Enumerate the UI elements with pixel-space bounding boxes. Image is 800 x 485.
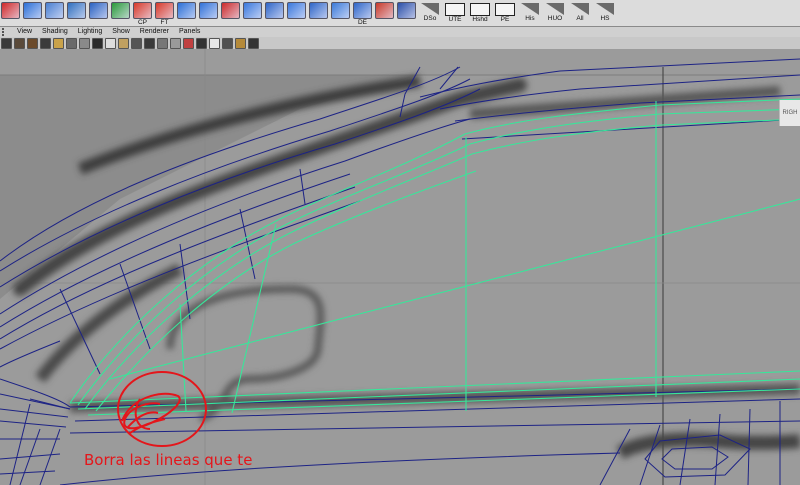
shelf-button-label: PE (500, 16, 510, 23)
panel-tool-icon[interactable] (40, 37, 51, 49)
panel-tool-icon[interactable] (118, 37, 129, 49)
shelf-button-label: His (525, 15, 535, 22)
shelf-tool-cube-icon[interactable] (22, 0, 43, 26)
shelf-button-hs[interactable]: HS (593, 0, 617, 26)
ramp-icon (571, 3, 589, 15)
shelf-button-all[interactable]: All (568, 0, 592, 26)
box-icon (470, 3, 490, 16)
panel-tool-icon[interactable] (131, 37, 142, 49)
panel-tool-icon[interactable] (196, 37, 207, 49)
shelf-toolbar: CP FT DE DSo UTE Hshd PE His HUO All HS (0, 0, 800, 27)
cylinder-icon (67, 2, 86, 19)
box-icon (495, 3, 515, 16)
shelf-tool-label: DE (357, 19, 368, 26)
plane-icon (177, 2, 196, 19)
shelf-tool-curve-icon[interactable] (0, 0, 21, 26)
shelf-button-huo[interactable]: HUO (543, 0, 567, 26)
panel-tool-icon[interactable] (183, 37, 194, 49)
menu-renderer[interactable]: Renderer (135, 27, 174, 37)
ramp-icon (421, 3, 439, 15)
menu-show[interactable]: Show (107, 27, 135, 37)
panel-tool-icon[interactable] (248, 37, 259, 49)
nodes-icon (375, 2, 394, 19)
grid5-icon (309, 2, 328, 19)
shelf-tool-plane-icon[interactable] (176, 0, 197, 26)
panel-tool-icon[interactable] (105, 37, 116, 49)
shelf-tool-grid2-icon[interactable] (242, 0, 263, 26)
panel-tool-icon[interactable] (92, 37, 103, 49)
shelf-tool-delete-icon[interactable] (220, 0, 241, 26)
menu-panels[interactable]: Panels (174, 27, 205, 37)
panel-tool-icon[interactable] (14, 37, 25, 49)
panel-tool-icon[interactable] (66, 37, 77, 49)
shelf-tool-split-icon[interactable] (88, 0, 109, 26)
shelf-button-his[interactable]: His (518, 0, 542, 26)
annotation-text: Borra las lineas que te (84, 451, 253, 469)
shelf-button-hshd[interactable]: Hshd (468, 0, 492, 26)
camera-label: RIGH (779, 100, 800, 126)
shelf-button-label: HUO (547, 15, 563, 22)
grid2-icon (243, 2, 262, 19)
shelf-tool-ft-icon[interactable]: FT (154, 0, 175, 26)
shelf-tool-grid5-icon[interactable] (308, 0, 329, 26)
shelf-button-label: All (576, 15, 584, 22)
shelf-tool-cylinder-icon[interactable] (66, 0, 87, 26)
delete-icon (221, 2, 240, 19)
shelf-button-dso[interactable]: DSo (418, 0, 442, 26)
shelf-button-label: UTE (448, 16, 462, 23)
shelf-tool-grid1-icon[interactable] (198, 0, 219, 26)
cp-icon (133, 2, 152, 19)
shelf-button-label: Hshd (472, 16, 488, 23)
panel-tool-icon[interactable] (1, 37, 12, 49)
grid4-icon (287, 2, 306, 19)
menu-grip[interactable] (2, 28, 10, 36)
panel-tool-icon[interactable] (235, 37, 246, 49)
grid3-icon (265, 2, 284, 19)
shelf-tool-nodes-icon[interactable] (374, 0, 395, 26)
shelf-tool-label: FT (160, 19, 169, 26)
shelf-tool-grid6-icon[interactable] (330, 0, 351, 26)
grid1-icon (199, 2, 218, 19)
shelf-tool-label: CP (137, 19, 148, 26)
panel-tool-icon[interactable] (53, 37, 64, 49)
menu-lighting[interactable]: Lighting (73, 27, 108, 37)
sphere-icon (111, 2, 130, 19)
shelf-button-ute[interactable]: UTE (443, 0, 467, 26)
ramp-icon (596, 3, 614, 15)
de-icon (353, 2, 372, 19)
shelf-tool-grid4-icon[interactable] (286, 0, 307, 26)
ft-icon (155, 2, 174, 19)
shelf-button-label: DSo (423, 15, 437, 22)
menu-view[interactable]: View (12, 27, 37, 37)
scene-icon (45, 2, 64, 19)
panel-tool-icon[interactable] (209, 37, 220, 49)
modeling-viewport[interactable] (0, 49, 800, 485)
viewport-panel: View Shading Lighting Show Renderer Panels (0, 27, 800, 485)
panel-tool-icon[interactable] (27, 37, 38, 49)
shelf-tool-sphere2-icon[interactable] (396, 0, 417, 26)
shelf-tool-de-icon[interactable]: DE (352, 0, 373, 26)
shelf-tool-cp-icon[interactable]: CP (132, 0, 153, 26)
ramp-icon (521, 3, 539, 15)
cube-icon (23, 2, 42, 19)
panel-tool-icon[interactable] (157, 37, 168, 49)
sphere2-icon (397, 2, 416, 19)
panel-tool-icon[interactable] (222, 37, 233, 49)
shelf-button-label: HS (600, 15, 610, 22)
split-icon (89, 2, 108, 19)
shelf-button-pe[interactable]: PE (493, 0, 517, 26)
panel-menu-bar: View Shading Lighting Show Renderer Panels (0, 27, 800, 37)
menu-shading[interactable]: Shading (37, 27, 73, 37)
panel-tool-icon[interactable] (170, 37, 181, 49)
curve-icon (1, 2, 20, 19)
box-icon (445, 3, 465, 16)
shelf-tool-grid3-icon[interactable] (264, 0, 285, 26)
shelf-tool-sphere-icon[interactable] (110, 0, 131, 26)
grid6-icon (331, 2, 350, 19)
panel-tool-icon[interactable] (144, 37, 155, 49)
panel-tool-icon[interactable] (79, 37, 90, 49)
ramp-icon (546, 3, 564, 15)
shelf-tool-scene-icon[interactable] (44, 0, 65, 26)
